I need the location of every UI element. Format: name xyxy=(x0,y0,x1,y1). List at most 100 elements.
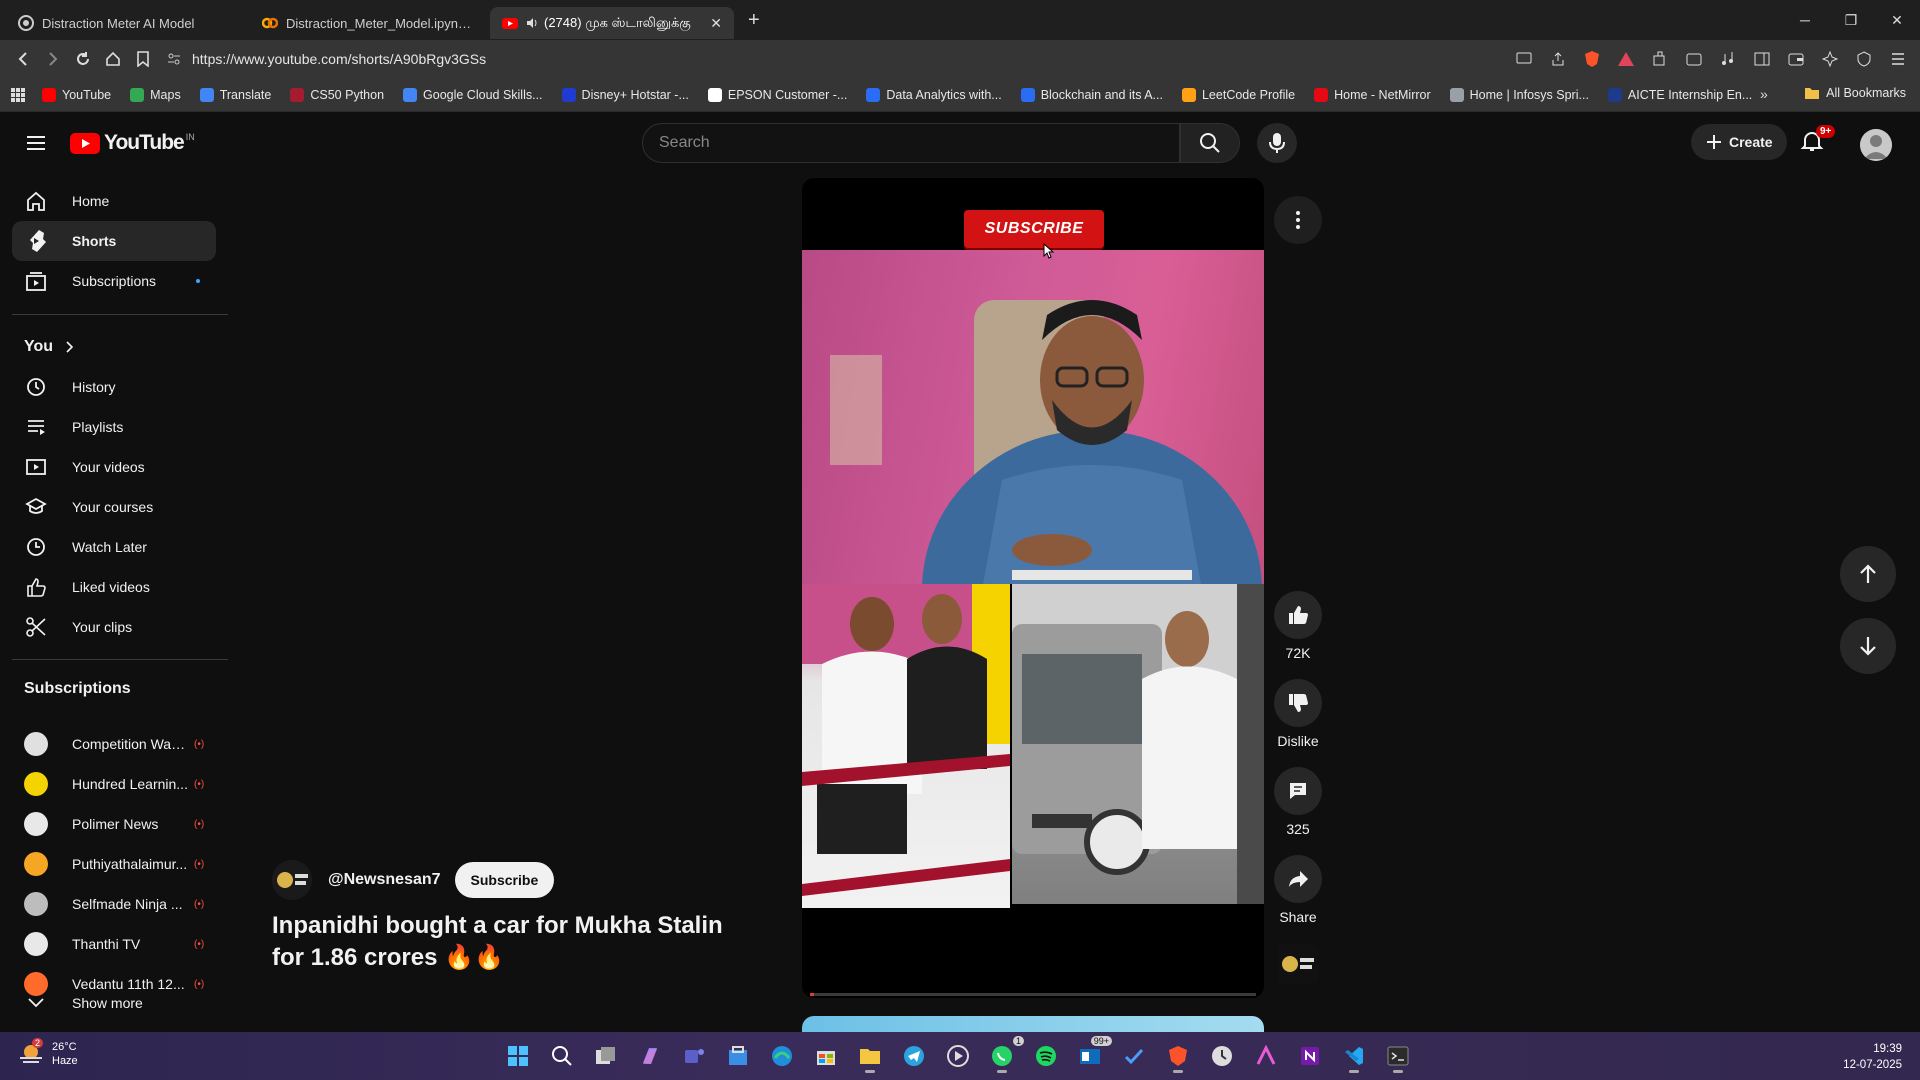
home-browser-icon[interactable] xyxy=(98,44,128,74)
brave-browser-icon[interactable] xyxy=(1160,1038,1196,1074)
apps-grid-icon[interactable] xyxy=(10,87,26,103)
extensions-icon[interactable] xyxy=(1646,44,1674,74)
menu-icon[interactable] xyxy=(24,131,48,155)
sidebar-subscription-item[interactable]: Selfmade Ninja ... (•) xyxy=(12,884,216,924)
like-button[interactable] xyxy=(1274,591,1322,639)
channel-sound-thumbnail[interactable] xyxy=(1278,944,1318,984)
system-clock[interactable]: 19:39 12-07-2025 xyxy=(1843,1041,1902,1073)
more-options-button[interactable] xyxy=(1274,196,1322,244)
store-icon[interactable] xyxy=(720,1038,756,1074)
dislike-button[interactable] xyxy=(1274,679,1322,727)
you-section-heading[interactable]: You xyxy=(24,338,75,356)
channel-handle[interactable]: @Newsnesan7 xyxy=(328,871,441,889)
edge-icon[interactable] xyxy=(764,1038,800,1074)
sidebar-item-your-clips[interactable]: Your clips xyxy=(12,607,216,647)
share-icon[interactable] xyxy=(1544,44,1572,74)
cast-icon[interactable] xyxy=(1510,44,1538,74)
bookmark-item[interactable]: Data Analytics with... xyxy=(866,87,1002,102)
bookmark-item[interactable]: Disney+ Hotstar -... xyxy=(561,87,689,102)
restore-icon[interactable]: ❐ xyxy=(1828,0,1874,40)
onenote-icon[interactable] xyxy=(1292,1038,1328,1074)
browser-menu-icon[interactable] xyxy=(1884,44,1912,74)
task-view-icon[interactable] xyxy=(588,1038,624,1074)
next-short-button[interactable] xyxy=(1840,618,1896,674)
close-window-icon[interactable]: ✕ xyxy=(1874,0,1920,40)
account-avatar[interactable] xyxy=(1860,129,1892,161)
copilot-icon[interactable] xyxy=(632,1038,668,1074)
back-icon[interactable] xyxy=(8,44,38,74)
bookmark-item[interactable]: CS50 Python xyxy=(290,87,384,102)
tab-search-icon[interactable] xyxy=(1680,44,1708,74)
sidebar-item-liked-videos[interactable]: Liked videos xyxy=(12,567,216,607)
bookmark-item[interactable]: Maps xyxy=(130,87,181,102)
minimize-icon[interactable]: ─ xyxy=(1782,0,1828,40)
sidebar-item-your-videos[interactable]: Your videos xyxy=(12,447,216,487)
comments-button[interactable] xyxy=(1274,767,1322,815)
telegram-icon[interactable] xyxy=(896,1038,932,1074)
reload-icon[interactable] xyxy=(68,44,98,74)
clock-app-icon[interactable] xyxy=(1204,1038,1240,1074)
media-icon[interactable] xyxy=(1714,44,1742,74)
sidebar-subscription-item[interactable]: Puthiyathalaimur... (•) xyxy=(12,844,216,884)
leo-ai-icon[interactable] xyxy=(1816,44,1844,74)
sidebar-item-playlists[interactable]: Playlists xyxy=(12,407,216,447)
sidebar-subscription-item[interactable]: Polimer News (•) xyxy=(12,804,216,844)
bookmark-item[interactable]: Blockchain and its A... xyxy=(1020,87,1163,102)
all-bookmarks[interactable]: All Bookmarks xyxy=(1804,86,1906,100)
speaker-icon[interactable] xyxy=(526,17,538,29)
whatsapp-icon[interactable]: 1 xyxy=(984,1036,1024,1074)
weather-widget[interactable]: 2 26°C Haze xyxy=(18,1038,78,1068)
youtube-logo[interactable]: YouTube IN xyxy=(70,131,195,155)
site-info-icon[interactable] xyxy=(166,51,182,67)
search-button[interactable] xyxy=(1180,123,1240,163)
browser-tab-3-active[interactable]: (2748) முக ஸ்டாலினுக்கு ✕ xyxy=(490,7,734,39)
voice-search-button[interactable] xyxy=(1257,123,1297,163)
browser-tab-1[interactable]: Distraction Meter AI Model xyxy=(6,7,250,39)
close-tab-icon[interactable]: ✕ xyxy=(710,15,722,32)
sidebar-item-shorts[interactable]: Shorts xyxy=(12,221,216,261)
wallet-icon[interactable] xyxy=(1782,44,1810,74)
sidebar-subscription-item[interactable]: Thanthi TV (•) xyxy=(12,924,216,964)
sidebar-toggle-icon[interactable] xyxy=(1748,44,1776,74)
sidebar-item-watch-later[interactable]: Watch Later xyxy=(12,527,216,567)
file-explorer-icon[interactable] xyxy=(852,1038,888,1074)
windows-start-icon[interactable] xyxy=(500,1038,536,1074)
teams-icon[interactable] xyxy=(676,1038,712,1074)
outlook-icon[interactable]: 99+ xyxy=(1072,1036,1112,1074)
ms-store-bag-icon[interactable] xyxy=(808,1038,844,1074)
terminal-icon[interactable] xyxy=(1380,1038,1416,1074)
bookmark-item[interactable]: Translate xyxy=(199,87,271,102)
url-bar[interactable]: https://www.youtube.com/shorts/A90bRgv3G… xyxy=(166,44,1486,74)
shorts-video-player[interactable]: SUBSCRIBE xyxy=(802,178,1264,998)
sidebar-item-subscriptions[interactable]: Subscriptions xyxy=(12,261,216,301)
brave-rewards-icon[interactable] xyxy=(1612,44,1640,74)
sidebar-item-your-courses[interactable]: Your courses xyxy=(12,487,216,527)
vpn-icon[interactable] xyxy=(1850,44,1878,74)
share-button[interactable] xyxy=(1274,855,1322,903)
bookmark-item[interactable]: YouTube xyxy=(42,87,111,102)
more-bookmarks-icon[interactable]: » xyxy=(1760,86,1768,102)
browser-tab-2[interactable]: Distraction_Meter_Model.ipynb - Col xyxy=(250,7,490,39)
todo-icon[interactable] xyxy=(1116,1038,1152,1074)
channel-avatar[interactable] xyxy=(272,860,312,900)
search-icon[interactable] xyxy=(544,1038,580,1074)
vscode-icon[interactable] xyxy=(1336,1038,1372,1074)
sidebar-subscription-item[interactable]: Hundred Learnin... (•) xyxy=(12,764,216,804)
sidebar-subscription-item[interactable]: Competition Wall... (•) xyxy=(12,724,216,764)
spotify-icon[interactable] xyxy=(1028,1038,1064,1074)
create-button[interactable]: Create xyxy=(1691,124,1787,160)
bookmark-item[interactable]: Home | Infosys Spri... xyxy=(1449,87,1589,102)
bookmark-item[interactable]: AICTE Internship En... xyxy=(1607,87,1752,102)
show-more-button[interactable]: Show more xyxy=(12,983,216,1023)
bookmark-icon[interactable] xyxy=(128,44,158,74)
forward-icon[interactable] xyxy=(38,44,68,74)
bookmark-item[interactable]: LeetCode Profile xyxy=(1181,87,1295,102)
new-tab-icon[interactable]: + xyxy=(748,9,760,32)
previous-short-button[interactable] xyxy=(1840,546,1896,602)
media-player-icon[interactable] xyxy=(940,1038,976,1074)
sidebar-item-history[interactable]: History xyxy=(12,367,216,407)
search-input[interactable]: Search xyxy=(642,123,1180,163)
bookmark-item[interactable]: EPSON Customer -... xyxy=(707,87,847,102)
video-progress-bar[interactable] xyxy=(810,993,1256,996)
bookmark-item[interactable]: Home - NetMirror xyxy=(1314,87,1431,102)
